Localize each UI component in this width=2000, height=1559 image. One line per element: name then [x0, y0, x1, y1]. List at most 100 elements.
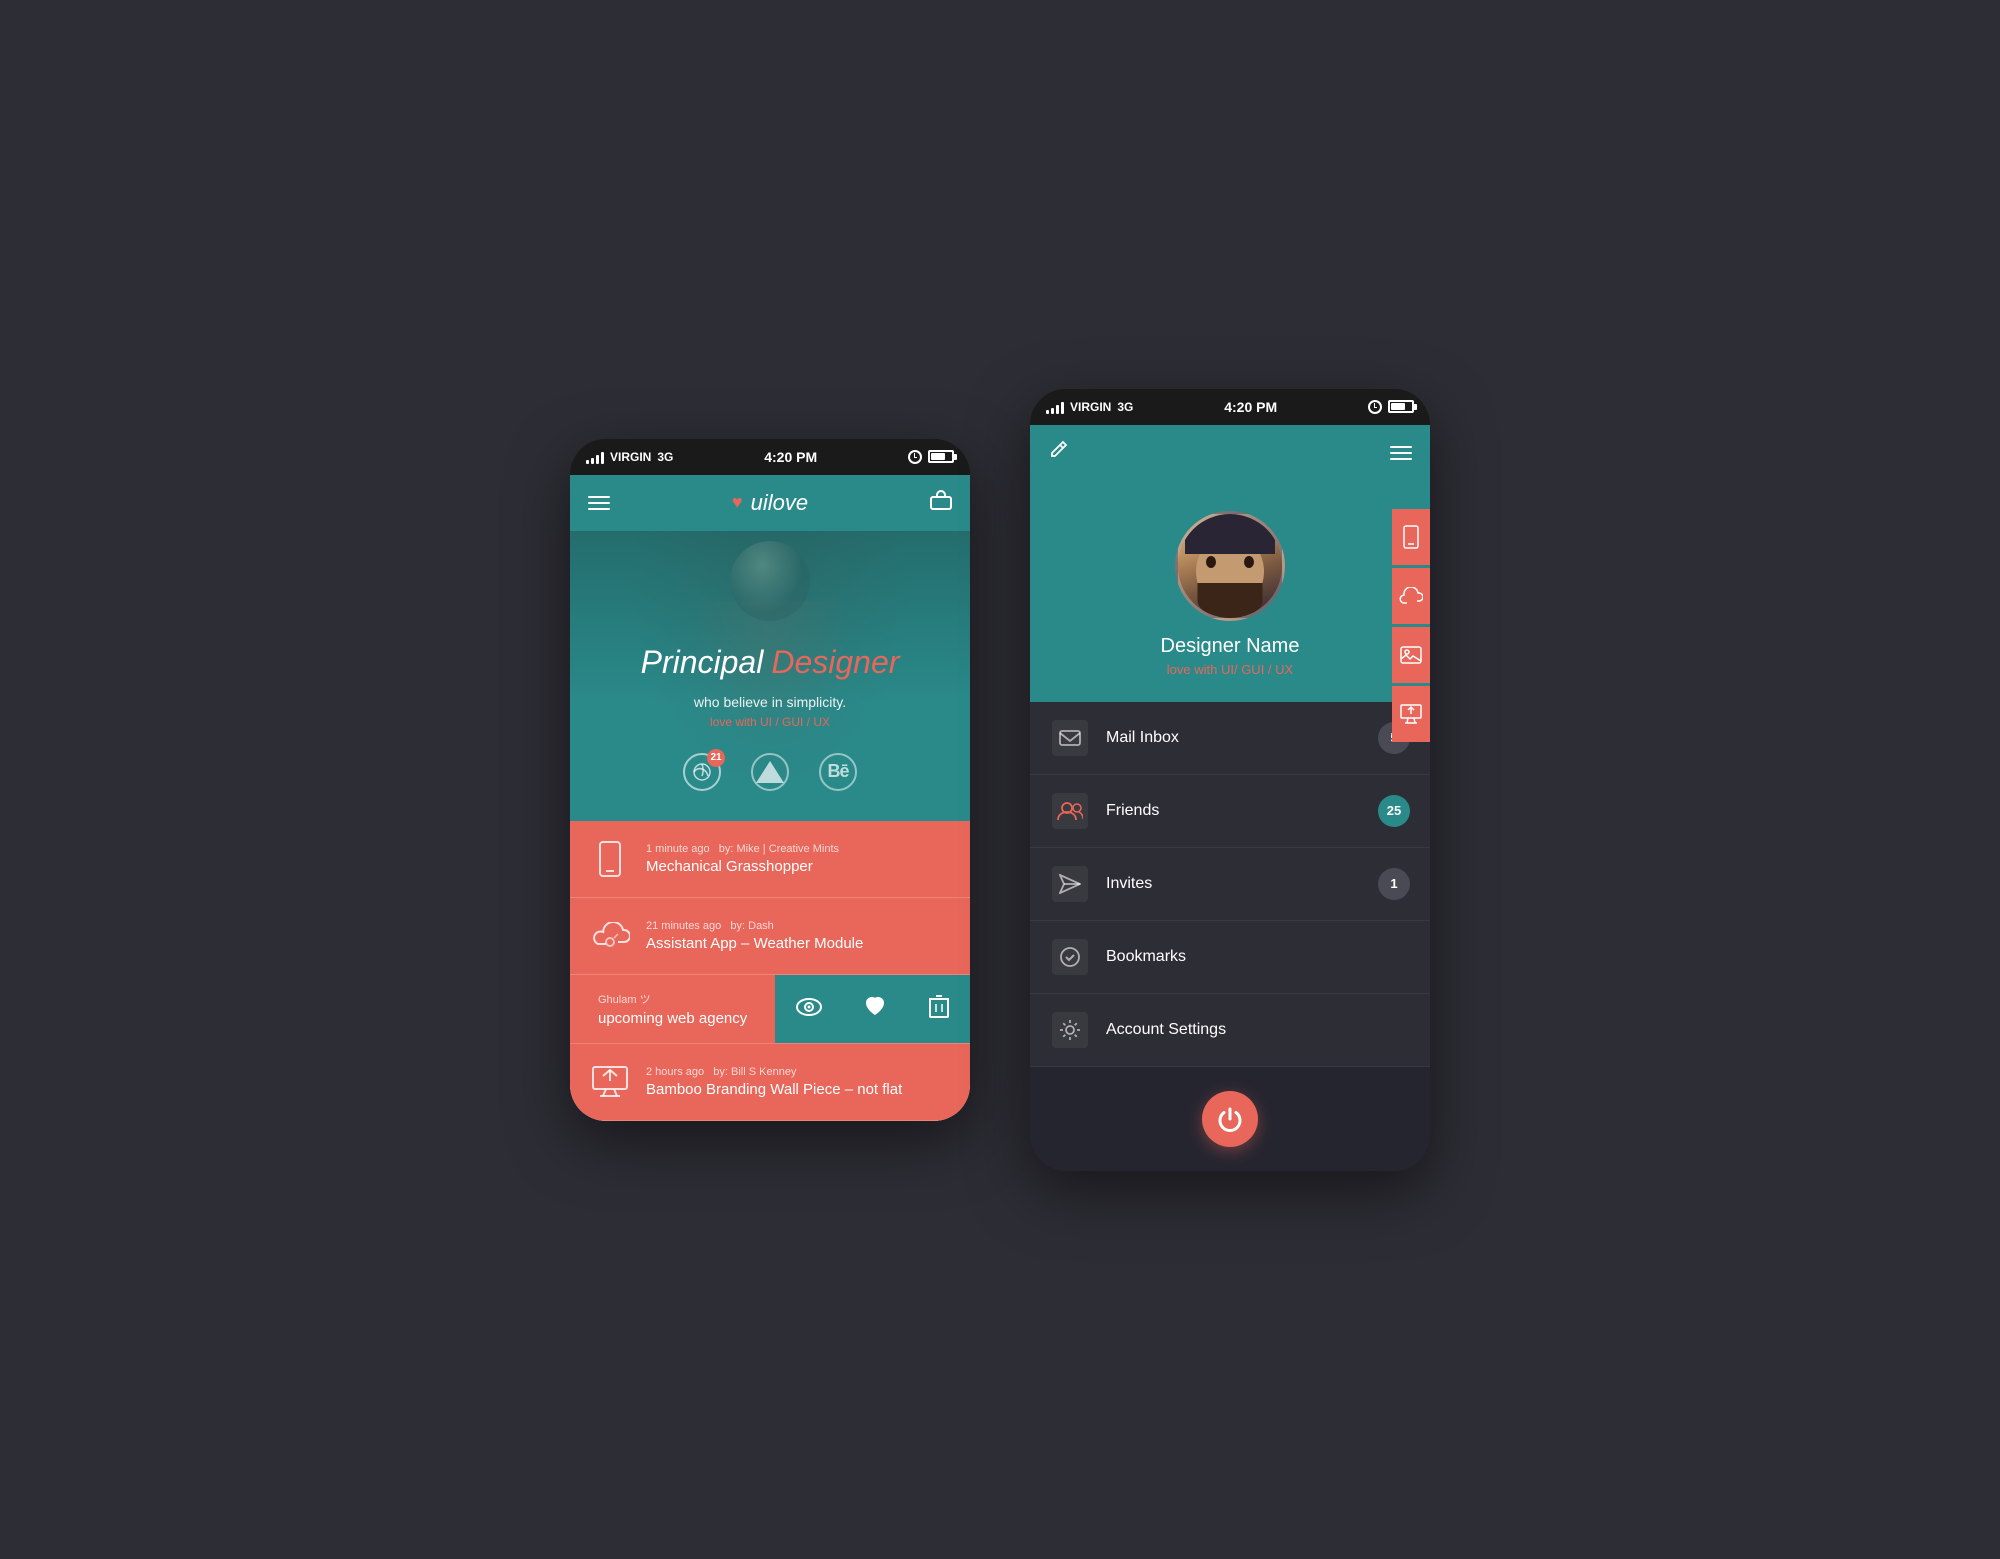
battery-fill-2: [1391, 403, 1405, 410]
signal-bars-1: [586, 450, 604, 464]
signal-bars-2: [1046, 400, 1064, 414]
bookmarks-icon-container: [1050, 937, 1090, 977]
screen2-footer: [1030, 1067, 1430, 1171]
screen2-profile: Designer Name love with UI/ GUI / UX: [1030, 481, 1430, 702]
hero-title-main: Principal: [641, 645, 764, 680]
side-tab-monitor[interactable]: [1392, 686, 1430, 742]
feed-icon-4: [588, 1060, 632, 1104]
profile-name: Designer Name: [1161, 635, 1300, 658]
profile-avatar: [1175, 511, 1285, 621]
hamburger-icon-1[interactable]: [588, 496, 610, 510]
hamburger-icon-2[interactable]: [1390, 446, 1412, 460]
triangle-shape: [756, 761, 784, 783]
carrier-2: VIRGIN: [1070, 400, 1111, 414]
screen1-hero: Principal Designer who believe in simpli…: [570, 531, 970, 821]
behance-text: Bē: [827, 761, 848, 782]
network-1: 3G: [657, 450, 673, 464]
feed-item-4[interactable]: 2 hours ago by: Bill S Kenney Bamboo Bra…: [570, 1044, 970, 1121]
logo-area: ♥ uilove: [732, 490, 808, 516]
hero-subtitle-accent: love with UI / GUI / UX: [694, 713, 846, 732]
screen1-feed: 1 minute ago by: Mike | Creative Mints M…: [570, 821, 970, 1121]
time-1: 4:20 PM: [764, 449, 817, 465]
hero-icons: 21 Bē: [683, 753, 857, 791]
hero-title: Principal Designer: [641, 644, 900, 681]
feed-title-1: Mechanical Grasshopper: [646, 858, 952, 875]
carrier-1: VIRGIN: [610, 450, 651, 464]
feed-title-4: Bamboo Branding Wall Piece – not flat: [646, 1081, 952, 1098]
feed-item-3[interactable]: Ghulam ツ upcoming web agency: [570, 975, 970, 1044]
feed-item-1[interactable]: 1 minute ago by: Mike | Creative Mints M…: [570, 821, 970, 898]
side-tab-image[interactable]: [1392, 627, 1430, 683]
invites-label: Invites: [1106, 875, 1378, 893]
logout-button[interactable]: [1202, 1091, 1258, 1147]
view-action-icon[interactable]: [796, 996, 822, 1022]
menu-item-settings[interactable]: Account Settings: [1030, 994, 1430, 1067]
time-2: 4:20 PM: [1224, 399, 1277, 415]
feed-meta-1: 1 minute ago by: Mike | Creative Mints: [646, 843, 952, 855]
invites-icon-bg: [1052, 866, 1088, 902]
phone-frame-1: VIRGIN 3G 4:20 PM ♥ uilove: [570, 439, 970, 1121]
battery-fill-1: [931, 453, 945, 460]
heart-icon: ♥: [732, 492, 743, 513]
friends-icon-bg: [1052, 793, 1088, 829]
feed-meta-4: 2 hours ago by: Bill S Kenney: [646, 1066, 952, 1078]
hero-subtitle: who believe in simplicity. love with UI …: [694, 691, 846, 733]
feed-content-2: 21 minutes ago by: Dash Assistant App – …: [646, 920, 952, 952]
clock-icon-2: [1368, 400, 1382, 414]
bookmarks-icon-bg: [1052, 939, 1088, 975]
feed-title-2: Assistant App – Weather Module: [646, 935, 952, 952]
clock-icon-1: [908, 450, 922, 464]
settings-icon-container: [1050, 1010, 1090, 1050]
menu-item-mail[interactable]: Mail Inbox 5: [1030, 702, 1430, 775]
side-tab-phone[interactable]: [1392, 509, 1430, 565]
status-bar-1: VIRGIN 3G 4:20 PM: [570, 439, 970, 475]
behance-icon[interactable]: Bē: [819, 753, 857, 791]
pencil-icon[interactable]: [1048, 440, 1068, 466]
mail-inbox-label: Mail Inbox: [1106, 729, 1378, 747]
network-2: 3G: [1117, 400, 1133, 414]
campaign-icon[interactable]: [751, 753, 789, 791]
menu-item-invites[interactable]: Invites 1: [1030, 848, 1430, 921]
feed-item-2[interactable]: 21 minutes ago by: Dash Assistant App – …: [570, 898, 970, 975]
phone-inner-1: ♥ uilove: [570, 475, 970, 1121]
menu-item-friends[interactable]: Friends 25: [1030, 775, 1430, 848]
status-right-2: [1368, 400, 1414, 414]
feed-content-4: 2 hours ago by: Bill S Kenney Bamboo Bra…: [646, 1066, 952, 1098]
feed-meta-2: 21 minutes ago by: Dash: [646, 920, 952, 932]
phone-inner-2: Designer Name love with UI/ GUI / UX: [1030, 425, 1430, 1171]
like-action-icon[interactable]: [863, 995, 887, 1023]
account-settings-label: Account Settings: [1106, 1021, 1410, 1039]
feed-content-1: 1 minute ago by: Mike | Creative Mints M…: [646, 843, 952, 875]
dribbble-icon[interactable]: 21: [683, 753, 721, 791]
battery-icon-1: [928, 450, 954, 463]
bookmarks-label: Bookmarks: [1106, 948, 1410, 966]
side-tab-cloud[interactable]: [1392, 568, 1430, 624]
invites-badge: 1: [1378, 868, 1410, 900]
friends-label: Friends: [1106, 802, 1378, 820]
screens-container: VIRGIN 3G 4:20 PM ♥ uilove: [570, 389, 1430, 1171]
screen2-menu: Mail Inbox 5: [1030, 702, 1430, 1067]
dribbble-badge: 21: [707, 749, 725, 767]
friends-badge: 25: [1378, 795, 1410, 827]
swipe-actions: [775, 975, 970, 1043]
logo-text: uilove: [751, 490, 808, 516]
status-left-2: VIRGIN 3G: [1046, 400, 1133, 414]
feed-icon-2: [588, 914, 632, 958]
phone-frame-2: VIRGIN 3G 4:20 PM: [1030, 389, 1430, 1171]
menu-item-bookmarks[interactable]: Bookmarks: [1030, 921, 1430, 994]
screen1-header: ♥ uilove: [570, 475, 970, 531]
settings-icon-bg: [1052, 1012, 1088, 1048]
hero-title-accent: Designer: [771, 644, 899, 681]
status-left-1: VIRGIN 3G: [586, 450, 673, 464]
screen2-header: [1030, 425, 1430, 481]
briefcase-icon[interactable]: [930, 490, 952, 516]
mail-icon-bg: [1052, 720, 1088, 756]
invites-icon-container: [1050, 864, 1090, 904]
status-bar-2: VIRGIN 3G 4:20 PM: [1030, 389, 1430, 425]
delete-action-icon[interactable]: [929, 994, 949, 1024]
battery-icon-2: [1388, 400, 1414, 413]
feed-icon-1: [588, 837, 632, 881]
mail-icon-container: [1050, 718, 1090, 758]
status-right-1: [908, 450, 954, 464]
side-tabs-right: [1392, 509, 1430, 742]
